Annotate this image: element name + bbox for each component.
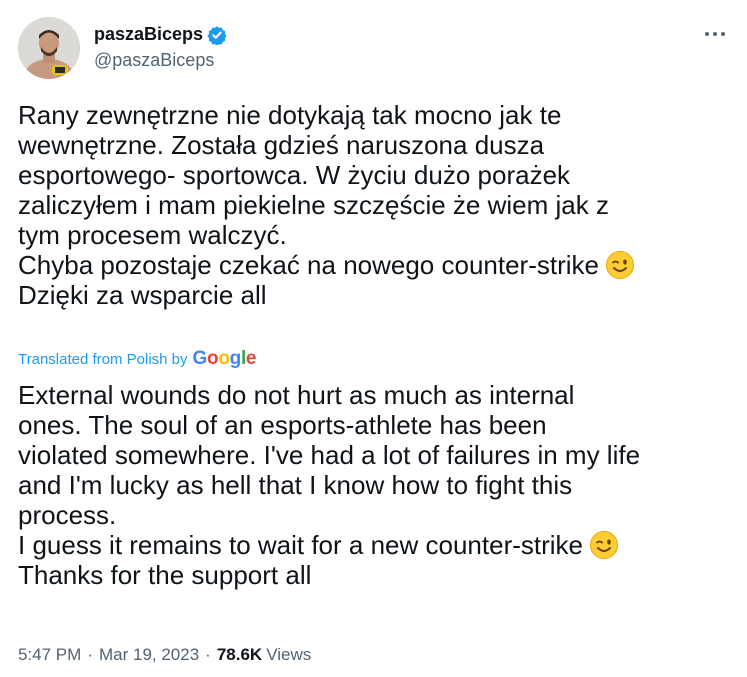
text-line: ones. The soul of an esports-athlete has… [18,410,547,440]
text-line: process. [18,500,117,530]
tweet-text-original: Rany zewnętrzne nie dotykają tak mocno j… [18,100,635,310]
more-icon [705,32,725,36]
text-line-with-emoji: I guess it remains to wait for a new cou… [18,530,640,560]
text-line: Thanks for the support all [18,560,312,590]
text-line: Chyba pozostaje czekać na nowego counter… [18,250,599,280]
text-line: tym procesem walczyć. [18,220,287,250]
text-line: I guess it remains to wait for a new cou… [18,530,584,560]
text-line: and I'm lucky as hell that I know how to… [18,470,573,500]
author-name[interactable]: paszaBiceps [94,24,227,46]
avatar[interactable] [18,17,80,79]
separator: · [87,645,93,664]
tweet-date[interactable]: Mar 19, 2023 [99,645,199,665]
tweet-text-translation: External wounds do not hurt as much as i… [18,380,640,590]
text-line: esportowego- sportowca. W życiu dużo por… [18,160,571,190]
views-label: Views [266,645,312,664]
text-line: wewnętrzne. Została gdzieś naruszona dus… [18,130,545,160]
tweet-time[interactable]: 5:47 PM [18,645,81,665]
display-name[interactable]: paszaBiceps [94,24,203,45]
views-count: 78.6K [216,645,263,664]
text-line: violated somewhere. I've had a lot of fa… [18,440,641,470]
text-line: Dzięki za wsparcie all [18,280,267,310]
more-options-button[interactable] [700,22,730,46]
verified-badge-icon [207,25,227,46]
tweet: paszaBiceps @paszaBiceps Rany zewnętrzne… [0,0,747,677]
text-line-with-emoji: Chyba pozostaje czekać na nowego counter… [18,250,635,280]
winking-face-emoji-icon [605,250,635,280]
text-line: zaliczyłem i mam piekielne szczęście że … [18,190,609,220]
translation-attribution: Translated from Polish by Google [18,348,257,370]
tweet-metadata: 5:47 PM · Mar 19, 2023 · 78.6K Views [18,645,311,665]
separator: · [205,645,211,664]
winking-face-emoji-icon [589,530,619,560]
text-line: External wounds do not hurt as much as i… [18,380,575,410]
text-line: Rany zewnętrzne nie dotykają tak mocno j… [18,100,562,130]
avatar-image [18,17,80,79]
author-handle[interactable]: @paszaBiceps [94,50,214,71]
google-logo: Google [192,348,257,369]
translated-from-link[interactable]: Translated from Polish by [18,351,188,368]
